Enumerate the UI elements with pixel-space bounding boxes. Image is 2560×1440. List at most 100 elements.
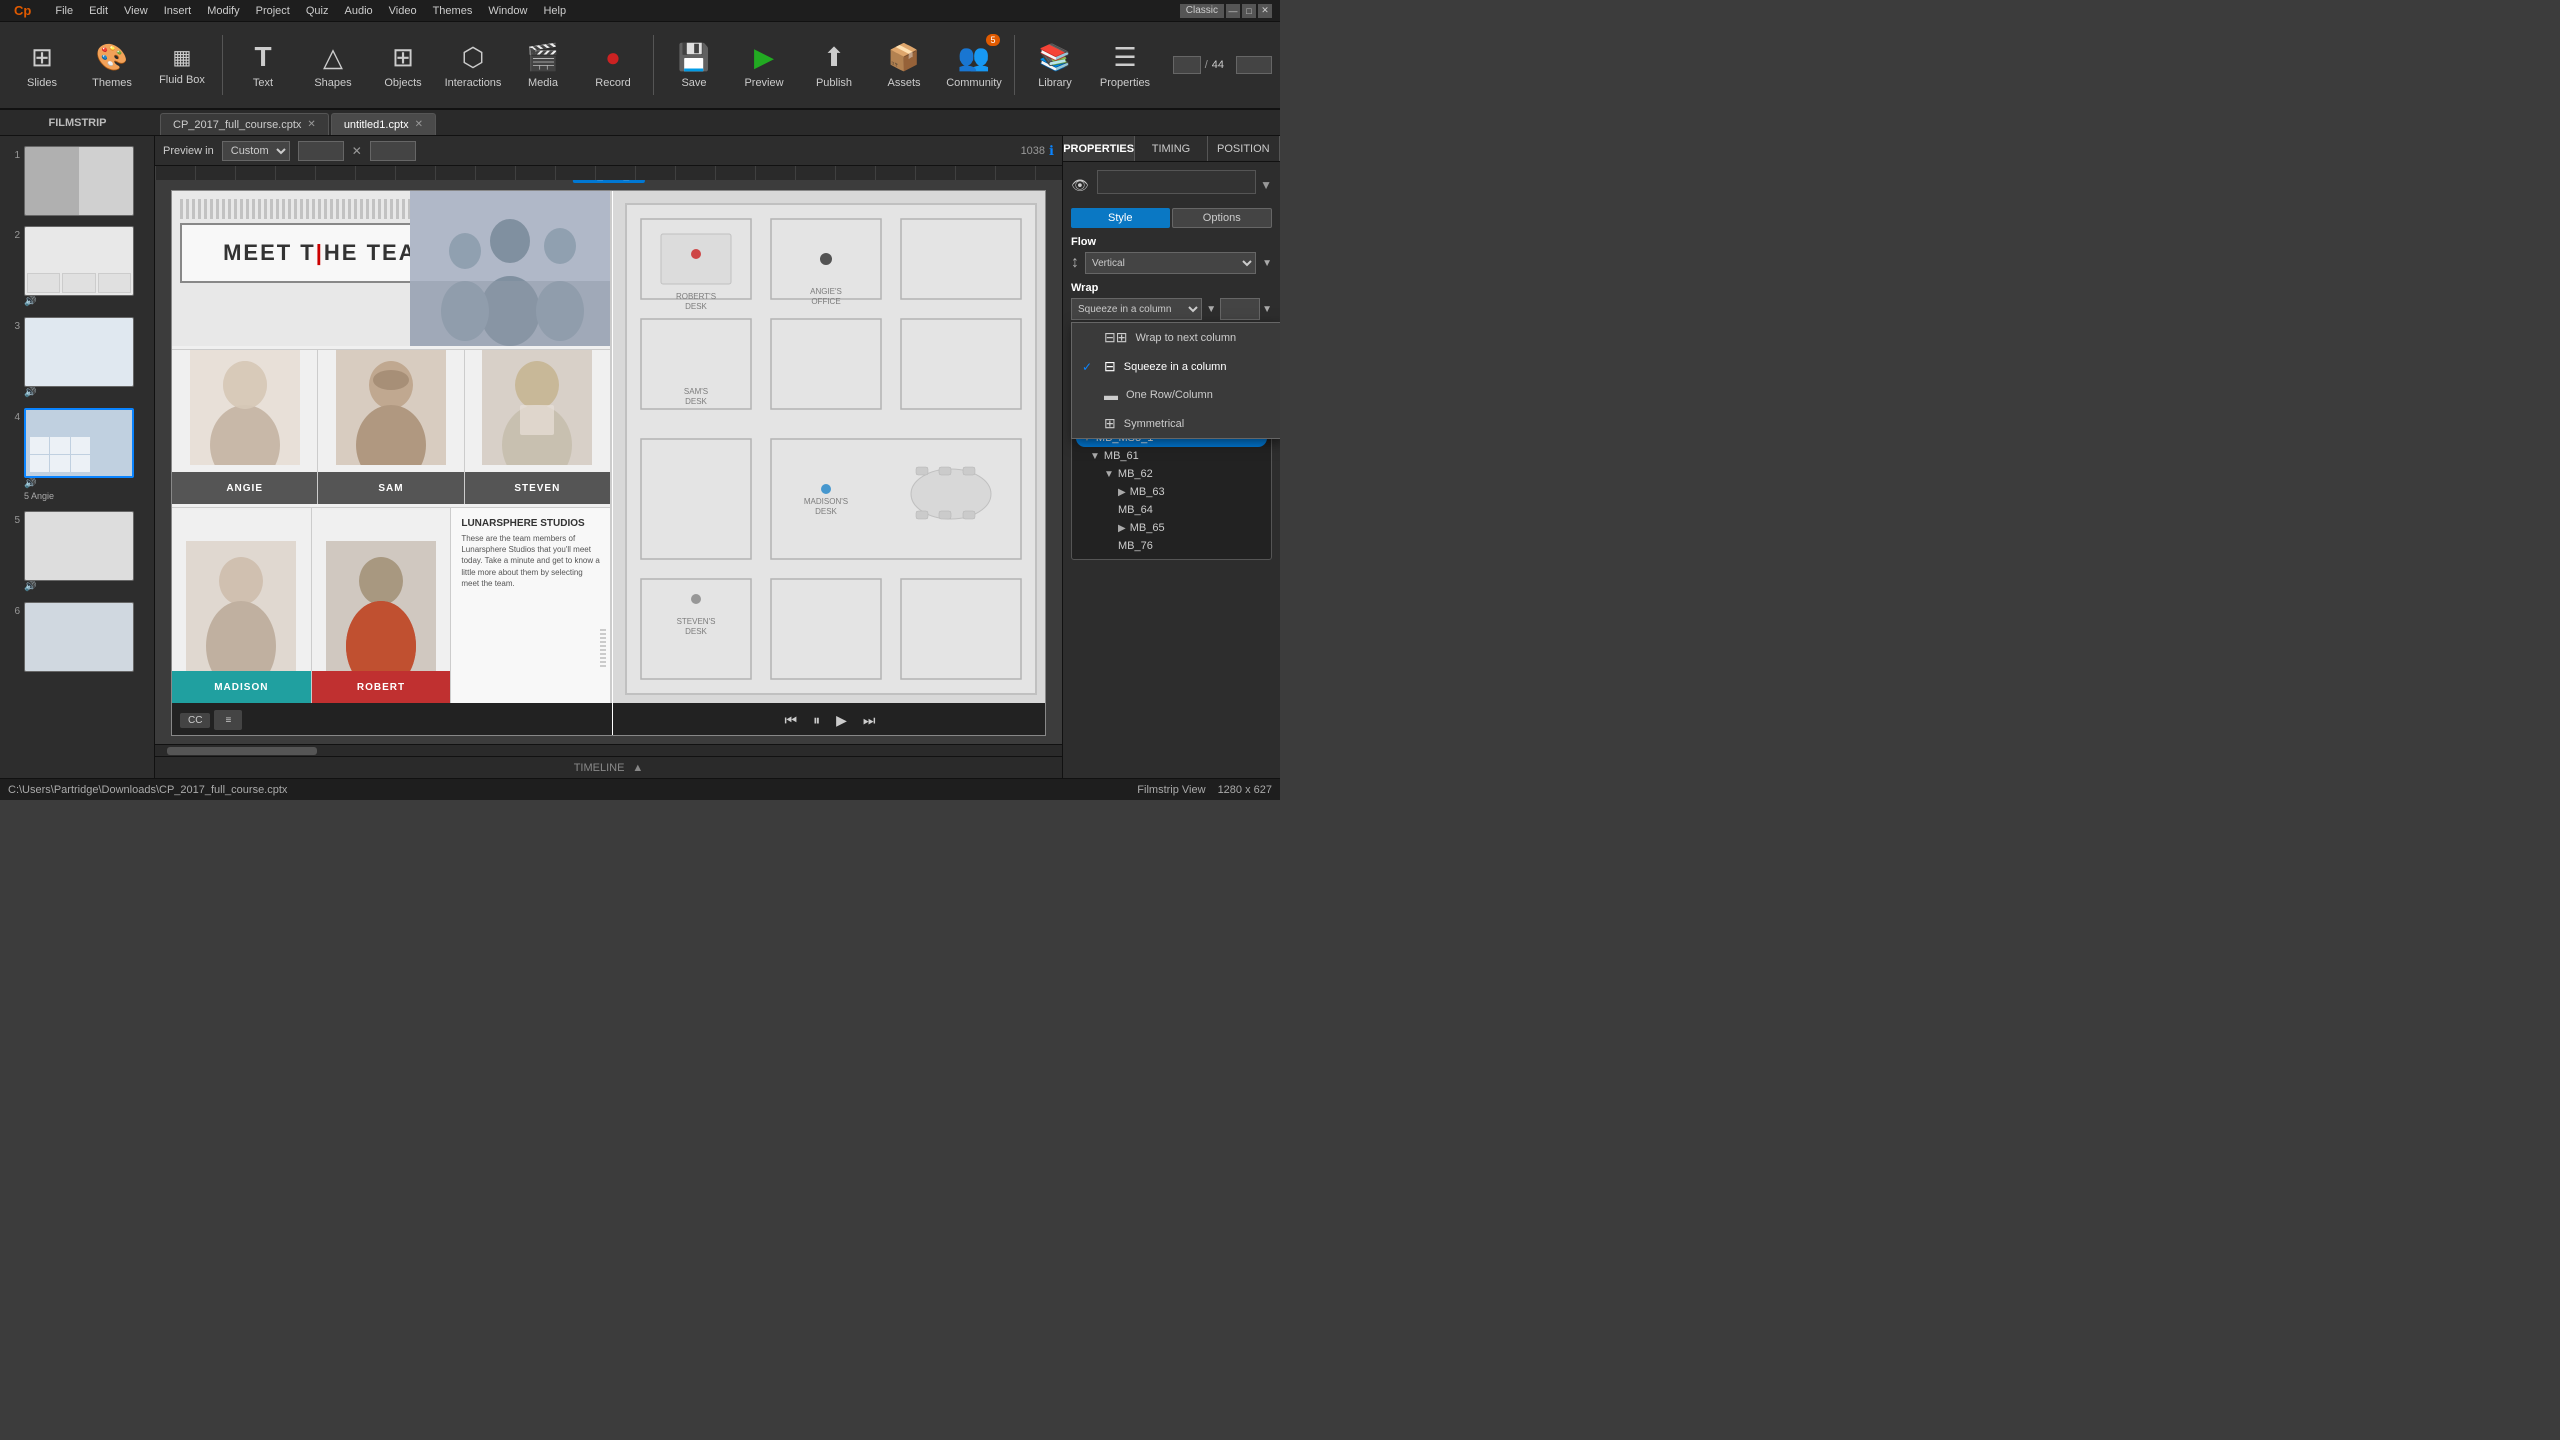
ruler-value: 1038 ℹ <box>1021 143 1054 159</box>
wrap-option-squeeze[interactable]: ✓ ⊟ Squeeze in a column <box>1072 352 1280 381</box>
current-page-input[interactable]: 44 <box>1173 56 1201 74</box>
skip-forward-button[interactable]: ⏭ <box>863 712 876 729</box>
preview-button[interactable]: ▶ Preview <box>730 26 798 104</box>
filmstrip-slide-4[interactable]: 4 🔊 5 Angie <box>4 406 150 503</box>
fbs-item-mb-76[interactable]: MB_76 <box>1076 537 1267 555</box>
tab-cp-2017[interactable]: CP_2017_full_course.cptx ✕ <box>160 113 329 135</box>
flow-dropdown-arrow[interactable]: ▼ <box>1262 258 1272 269</box>
skip-back-button[interactable]: ⏮ <box>785 712 798 729</box>
tab-position[interactable]: POSITION <box>1208 136 1280 161</box>
preview-mode-select[interactable]: Custom <box>222 141 290 161</box>
preview-in-label: Preview in <box>163 145 214 157</box>
slide-canvas[interactable]: MEET T|HE TEAM <box>171 190 1046 736</box>
fbs-toggle-mb-61[interactable]: ▼ <box>1090 451 1100 462</box>
properties-button[interactable]: ☰ Properties <box>1091 26 1159 104</box>
timeline-panel[interactable]: TIMELINE ▲ <box>155 756 1062 778</box>
record-button[interactable]: ● Record <box>579 26 647 104</box>
info-icon[interactable]: ℹ <box>1049 143 1054 159</box>
menu-file[interactable]: File <box>49 3 79 19</box>
cc-button[interactable]: CC <box>180 713 210 728</box>
timeline-expand-icon[interactable]: ▲ <box>632 762 643 774</box>
visibility-icon[interactable]: 👁 <box>1071 177 1089 194</box>
filmstrip-slide-2[interactable]: 2 🔊 <box>4 224 150 309</box>
publish-button[interactable]: ⬆ Publish <box>800 26 868 104</box>
slides-button[interactable]: ⊞ Slides <box>8 26 76 104</box>
wrap-pct-arrow[interactable]: ▼ <box>1262 304 1272 315</box>
wrap-select-arrow[interactable]: ▼ <box>1206 304 1216 315</box>
flow-select[interactable]: Vertical <box>1085 252 1256 274</box>
style-tab-button[interactable]: Style <box>1071 208 1170 228</box>
person-sam[interactable]: SAM <box>318 350 464 504</box>
community-label: Community <box>946 77 1002 89</box>
fbs-item-mb-64[interactable]: MB_64 <box>1076 501 1267 519</box>
h-scroll-thumb[interactable] <box>167 747 317 755</box>
filmstrip-slide-1[interactable]: 1 <box>4 144 150 218</box>
mode-indicator[interactable]: Classic <box>1180 4 1224 18</box>
interactions-button[interactable]: ⬡ Interactions <box>439 26 507 104</box>
canvas-outer: Preview in Custom 1038 ✕ 627 1038 ℹ MB_M… <box>155 136 1062 778</box>
text-button[interactable]: T Text <box>229 26 297 104</box>
fbs-toggle-mb-63[interactable]: ▶ <box>1118 487 1126 498</box>
preview-width-input[interactable]: 1038 <box>298 141 344 161</box>
wrap-option-one-row[interactable]: ▬ One Row/Column <box>1072 381 1280 409</box>
filmstrip-slide-3[interactable]: 3 🔊 <box>4 315 150 400</box>
objects-button[interactable]: ⊞ Objects <box>369 26 437 104</box>
preview-height-input[interactable]: 627 <box>370 141 416 161</box>
filmstrip-slide-5[interactable]: 5 🔊 <box>4 509 150 594</box>
fbs-item-mb-65[interactable]: ▶ MB_65 <box>1076 519 1267 537</box>
tab-untitled1[interactable]: untitled1.cptx ✕ <box>331 113 436 135</box>
person-robert[interactable]: ROBERT <box>312 508 452 703</box>
maximize-button[interactable]: □ <box>1242 4 1256 18</box>
filmstrip-slide-6[interactable]: 6 <box>4 600 150 674</box>
menu-project[interactable]: Project <box>250 3 296 19</box>
close-button[interactable]: ✕ <box>1258 4 1272 18</box>
wrap-option-symmetrical[interactable]: ⊞ Symmetrical <box>1072 409 1280 438</box>
menu-view[interactable]: View <box>118 3 154 19</box>
person-steven[interactable]: STEVEN <box>465 350 610 504</box>
minimize-button[interactable]: — <box>1226 4 1240 18</box>
tab-untitled1-close[interactable]: ✕ <box>415 119 423 130</box>
fbs-item-mb-61[interactable]: ▼ MB_61 <box>1076 447 1267 465</box>
canvas-wrapper[interactable]: MB_MS3_1 MEET T|HE TEAM <box>155 180 1062 744</box>
object-name-input[interactable]: MB_MS3_1 <box>1097 170 1256 194</box>
menu-insert[interactable]: Insert <box>158 3 198 19</box>
assets-button[interactable]: 📦 Assets <box>870 26 938 104</box>
library-button[interactable]: 📚 Library <box>1021 26 1089 104</box>
fbs-item-mb-63[interactable]: ▶ MB_63 <box>1076 483 1267 501</box>
wrap-mode-select[interactable]: Squeeze in a column <box>1071 298 1202 320</box>
menu-themes[interactable]: Themes <box>427 3 479 19</box>
shapes-button[interactable]: △ Shapes <box>299 26 367 104</box>
wrap-option-next-column[interactable]: ⊟⊞ Wrap to next column <box>1072 323 1280 352</box>
media-button[interactable]: 🎬 Media <box>509 26 577 104</box>
slide-thumb-5 <box>24 511 134 581</box>
menu-audio[interactable]: Audio <box>339 3 379 19</box>
menu-edit[interactable]: Edit <box>83 3 114 19</box>
options-tab-button[interactable]: Options <box>1172 208 1273 228</box>
wrap-percent-input[interactable]: 80 % <box>1220 298 1260 320</box>
fbs-toggle-mb-62[interactable]: ▼ <box>1104 469 1114 480</box>
fbs-toggle-mb-65[interactable]: ▶ <box>1118 523 1126 534</box>
community-button[interactable]: 👥 Community 5 <box>940 26 1008 104</box>
slide-thumb-preview-6 <box>25 603 133 671</box>
panel-tabs: PROPERTIES TIMING POSITION <box>1063 136 1280 162</box>
tab-timing[interactable]: TIMING <box>1135 136 1207 161</box>
person-angie[interactable]: ANGIE <box>172 350 318 504</box>
tab-properties[interactable]: PROPERTIES <box>1063 136 1135 161</box>
pause-button[interactable]: ⏸ <box>813 712 820 729</box>
fbs-item-mb-62[interactable]: ▼ MB_62 <box>1076 465 1267 483</box>
horizontal-scrollbar[interactable] <box>155 744 1062 756</box>
person-madison[interactable]: MADISON <box>172 508 312 703</box>
fluid-box-button[interactable]: ▦ Fluid Box <box>148 26 216 104</box>
menu-modify[interactable]: Modify <box>201 3 245 19</box>
play-button[interactable]: ▶ <box>836 712 847 729</box>
tab-cp-2017-close[interactable]: ✕ <box>307 119 315 130</box>
wrap-label-squeeze: Squeeze in a column <box>1124 361 1227 373</box>
menu-help[interactable]: Help <box>537 3 572 19</box>
save-button[interactable]: 💾 Save <box>660 26 728 104</box>
menu-button[interactable]: ≡ <box>214 710 242 730</box>
menu-quiz[interactable]: Quiz <box>300 3 335 19</box>
themes-button[interactable]: 🎨 Themes <box>78 26 146 104</box>
zoom-input[interactable]: 100 <box>1236 56 1272 74</box>
menu-video[interactable]: Video <box>383 3 423 19</box>
menu-window[interactable]: Window <box>482 3 533 19</box>
